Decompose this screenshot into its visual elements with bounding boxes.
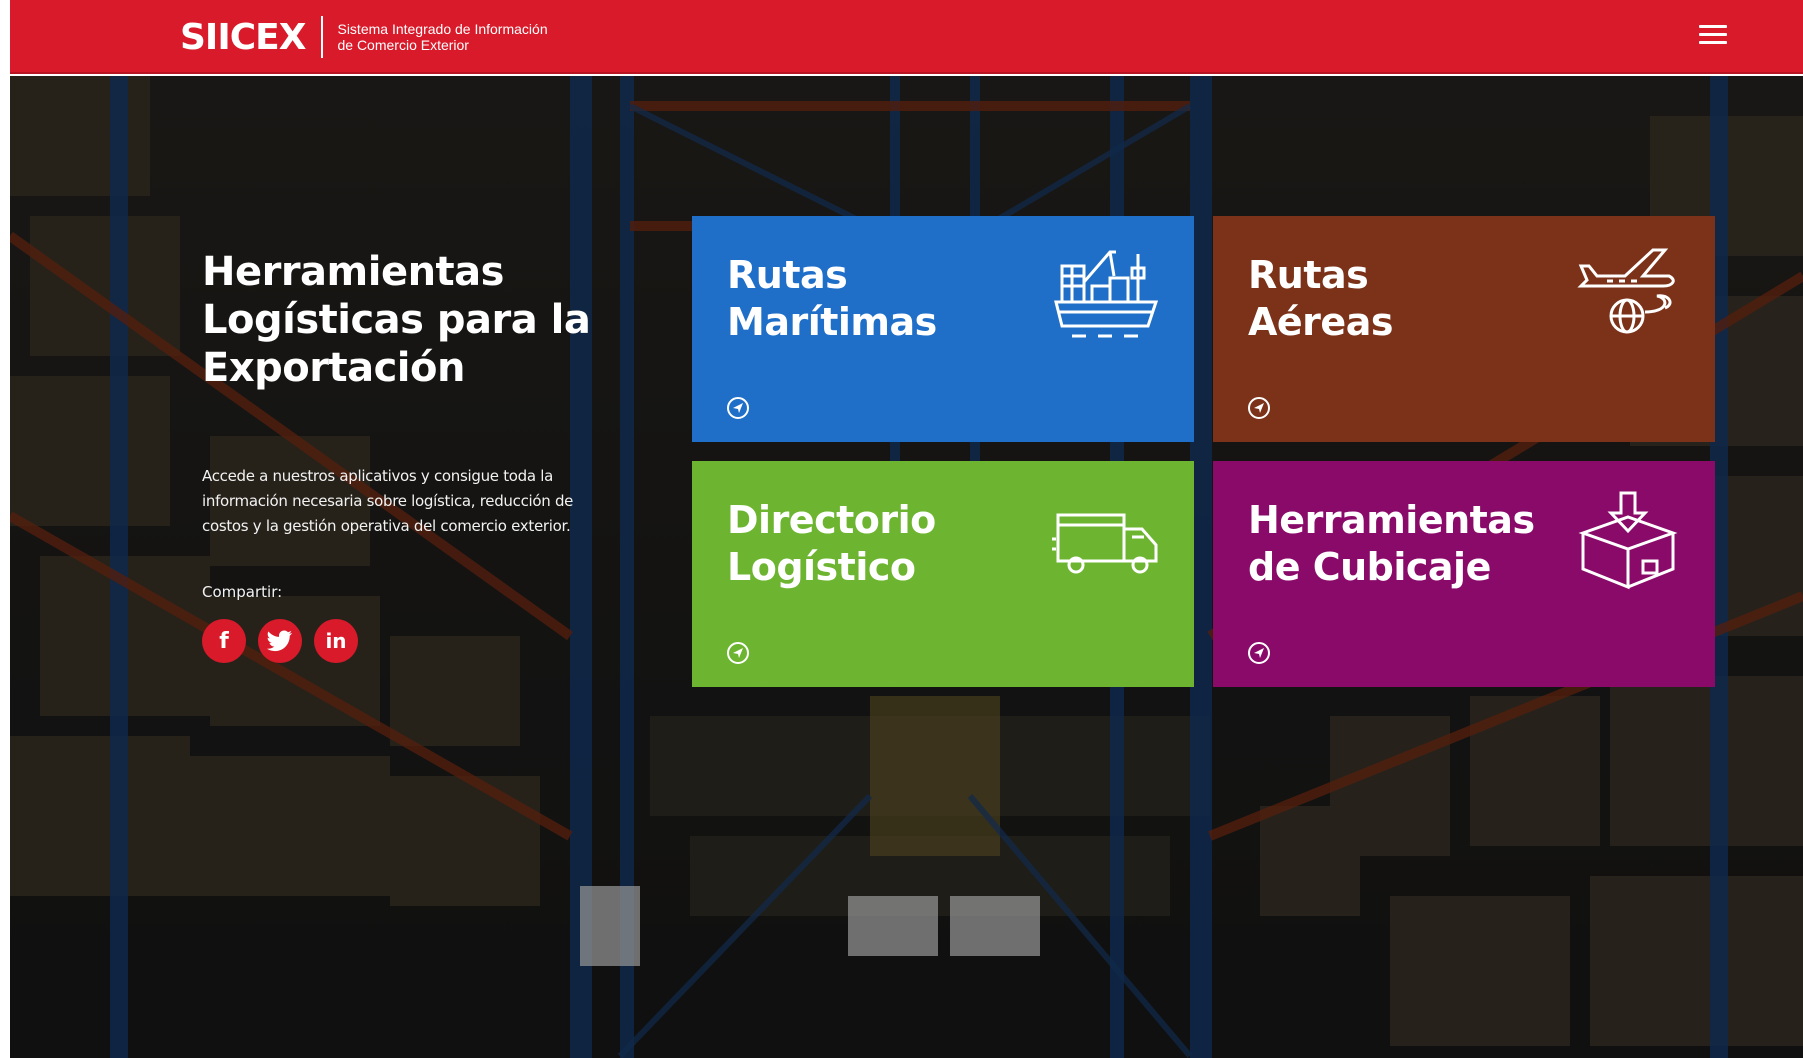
twitter-icon[interactable] xyxy=(258,619,302,663)
logo-divider xyxy=(321,16,324,58)
top-navbar: SIICEX Sistema Integrado de Información … xyxy=(10,0,1803,74)
tile-rutas-maritimas[interactable]: Rutas Marítimas xyxy=(692,216,1194,442)
tile-directorio-logistico[interactable]: Directorio Logístico xyxy=(692,461,1194,687)
page-title: Herramientas Logísticas para la Exportac… xyxy=(202,248,642,392)
truck-icon xyxy=(1052,513,1158,574)
navigate-arrow-icon xyxy=(727,642,749,664)
box-download-icon xyxy=(1578,491,1678,590)
tile-title-line1: Rutas xyxy=(1248,253,1369,297)
tile-title-line1: Herramientas xyxy=(1248,498,1535,542)
tile-herramientas-cubicaje[interactable]: Herramientas de Cubicaje xyxy=(1213,461,1715,687)
siicex-logo[interactable]: SIICEX Sistema Integrado de Información … xyxy=(180,14,548,60)
intro-section: Herramientas Logísticas para la Exportac… xyxy=(202,248,642,663)
hamburger-menu-icon[interactable] xyxy=(1699,25,1729,47)
navigate-arrow-icon xyxy=(1248,397,1270,419)
social-share: f in xyxy=(202,619,642,663)
navigate-arrow-icon xyxy=(727,397,749,419)
title-line-2: Logísticas para la xyxy=(202,297,591,343)
linkedin-icon[interactable]: in xyxy=(314,619,358,663)
desc-line-3: costos y la gestión operativa del comerc… xyxy=(202,517,571,535)
tile-title-line2: Aéreas xyxy=(1248,300,1393,344)
tile-title-line1: Rutas xyxy=(727,253,848,297)
page: SIICEX Sistema Integrado de Información … xyxy=(10,0,1803,1058)
logo-subtitle: Sistema Integrado de Información de Come… xyxy=(337,21,547,53)
tile-title-line1: Directorio xyxy=(727,498,936,542)
desc-line-2: información necesaria sobre logística, r… xyxy=(202,492,574,510)
cargo-ship-icon xyxy=(1054,250,1159,338)
desc-line-1: Accede a nuestros aplicativos y consigue… xyxy=(202,467,553,485)
title-line-3: Exportación xyxy=(202,345,465,391)
logo-subtitle-line2: de Comercio Exterior xyxy=(337,37,469,53)
tile-rutas-aereas[interactable]: Rutas Aéreas xyxy=(1213,216,1715,442)
tile-title: Rutas Aéreas xyxy=(1248,252,1393,346)
tile-title-line2: de Cubicaje xyxy=(1248,545,1491,589)
tile-title-line2: Logístico xyxy=(727,545,916,589)
title-line-1: Herramientas xyxy=(202,249,504,295)
airplane-globe-icon xyxy=(1577,248,1675,334)
logo-subtitle-line1: Sistema Integrado de Información xyxy=(337,21,548,37)
facebook-icon[interactable]: f xyxy=(202,619,246,663)
logo-wordmark: SIICEX xyxy=(180,16,306,58)
intro-description: Accede a nuestros aplicativos y consigue… xyxy=(202,464,642,539)
share-label: Compartir: xyxy=(202,583,283,601)
tile-title: Directorio Logístico xyxy=(727,497,936,591)
tile-title-line2: Marítimas xyxy=(727,300,937,344)
tile-title: Rutas Marítimas xyxy=(727,252,937,346)
tile-title: Herramientas de Cubicaje xyxy=(1248,497,1535,591)
navigate-arrow-icon xyxy=(1248,642,1270,664)
